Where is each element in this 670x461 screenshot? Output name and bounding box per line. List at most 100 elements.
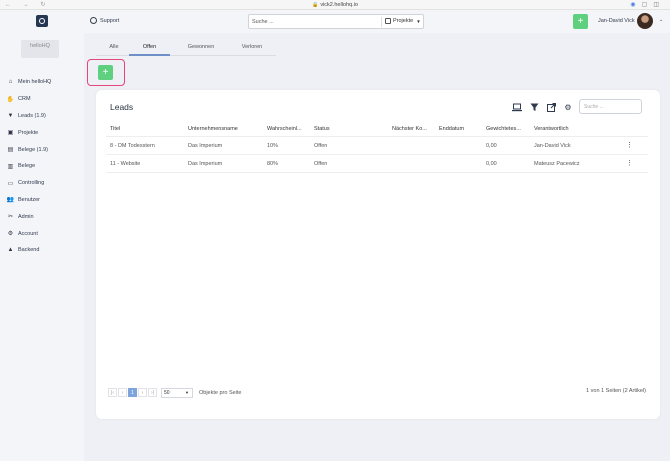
column-header-verantwortlich[interactable]: Verantwortlich xyxy=(534,126,569,132)
sidebar: helloHQ ⌂ Mein helloHQ ✋ CRM ▼ Leads (1.9) ▣ Pr… xyxy=(0,10,84,461)
monitor-icon: ▭ xyxy=(7,180,14,187)
sidebar-item-label: Account xyxy=(18,230,38,237)
sidebar-item-leads-1-9[interactable]: ▼ Leads (1.9) xyxy=(7,108,51,125)
cell-verantwortlich: Mateusz Pacewicz xyxy=(534,161,580,167)
users-icon: 👥 xyxy=(6,197,15,204)
sidebar-item-label: Projekte xyxy=(18,129,39,136)
address-bar[interactable]: 🔒 vick2.hellohq.io xyxy=(0,2,670,8)
sidebar-item-admin[interactable]: ✂ Admin xyxy=(7,208,51,225)
column-header-naechster-kontakt[interactable]: Nächster Ko... xyxy=(392,126,427,132)
projects-icon xyxy=(385,18,391,24)
cell-unternehmen: Das Imperium xyxy=(188,161,223,167)
row-divider xyxy=(106,172,648,173)
cell-titel: 8 - DM Todesstern xyxy=(110,143,155,149)
column-header-unternehmensname[interactable]: Unternehmensname xyxy=(188,126,238,132)
sidebar-item-label: Belege (1.9) xyxy=(18,146,48,153)
sidebar-item-label: Belege xyxy=(18,163,36,170)
gear-icon: ⚙ xyxy=(7,231,14,238)
cell-gewichtetes: 0,00 xyxy=(486,161,497,167)
header-divider xyxy=(106,136,648,137)
user-menu-chevron-icon[interactable]: ⌄ xyxy=(659,17,663,23)
table-row[interactable]: 8 - DM Todesstern Das Imperium 10% Offen… xyxy=(110,141,646,153)
user-name[interactable]: Jan-David Vick xyxy=(598,18,635,24)
funnel-icon: ▼ xyxy=(7,112,14,119)
tab-alle[interactable]: Alle xyxy=(106,44,122,50)
cell-status: Offen xyxy=(314,161,328,167)
settings-gear-icon[interactable]: ⚙ xyxy=(563,102,573,112)
global-search: Projekte ▼ xyxy=(248,14,424,29)
house-icon: ⌂ xyxy=(8,79,13,86)
table-search-input[interactable] xyxy=(584,103,634,111)
sidebar-item-controlling[interactable]: ▭ Controlling xyxy=(7,175,51,192)
first-page-button[interactable]: |‹ xyxy=(108,388,117,397)
column-header-gewichtetes[interactable]: Gewichtetes... xyxy=(486,126,521,132)
app-logo-icon[interactable] xyxy=(36,15,48,27)
sidebar-item-account[interactable]: ⚙ Account xyxy=(7,225,51,242)
handshake-icon: ✋ xyxy=(6,96,15,103)
next-page-button[interactable]: › xyxy=(138,388,147,397)
cell-titel: 11 - Website xyxy=(110,161,141,167)
tools-icon: ✂ xyxy=(7,214,14,221)
search-scope-label: Projekte xyxy=(393,18,414,24)
sidebar-item-benutzer[interactable]: 👥 Benutzer xyxy=(7,192,51,209)
per-page-label: Objekte pro Seite xyxy=(199,389,242,396)
sidebar-item-belege[interactable]: ▥ Belege xyxy=(7,158,51,175)
quick-add-button[interactable]: + xyxy=(573,14,588,29)
per-page-select[interactable]: 50 ▼ xyxy=(161,387,193,398)
row-menu-icon[interactable]: ⋮ xyxy=(626,141,633,149)
tab-gewonnen[interactable]: Gewonnen xyxy=(181,44,221,50)
last-page-button[interactable]: ›| xyxy=(148,388,157,397)
sidebar-item-mein-hellohq[interactable]: ⌂ Mein helloHQ xyxy=(7,74,52,91)
row-divider xyxy=(106,154,648,155)
per-page-value: 50 xyxy=(164,389,170,396)
cell-wahrscheinlichkeit: 80% xyxy=(267,161,279,167)
row-menu-icon[interactable]: ⋮ xyxy=(626,159,633,167)
global-search-input[interactable] xyxy=(252,17,372,26)
sidebar-item-belege-1-9[interactable]: ▤ Belege (1.9) xyxy=(7,141,51,158)
receipt-icon: ▤ xyxy=(7,147,14,154)
sidebar-item-label: Benutzer xyxy=(18,196,41,203)
avatar[interactable] xyxy=(637,13,653,29)
table-header: Titel Unternehmensname Wahrscheinl... St… xyxy=(110,126,646,136)
column-header-enddatum[interactable]: Enddatum xyxy=(439,126,464,132)
url-text: vick2.hellohq.io xyxy=(320,1,358,8)
view-mode-icon[interactable] xyxy=(512,102,522,112)
sidebar-item-label: Leads (1.9) xyxy=(18,112,46,119)
pagination: |‹ ‹ 1 › ›| 50 ▼ Objekte pro Seite xyxy=(108,387,242,398)
tab-offen[interactable]: Offen xyxy=(129,44,170,50)
search-scope-select[interactable]: Projekte ▼ xyxy=(385,18,421,24)
cell-wahrscheinlichkeit: 10% xyxy=(267,143,279,149)
folder-icon: ▣ xyxy=(7,130,14,137)
page-button-current[interactable]: 1 xyxy=(128,388,137,397)
export-icon[interactable] xyxy=(546,102,556,112)
table-search xyxy=(579,99,642,114)
column-header-titel[interactable]: Titel xyxy=(110,126,120,132)
tabs-icon: ◫ xyxy=(653,2,665,8)
prev-page-button[interactable]: ‹ xyxy=(118,388,127,397)
sidebar-item-label: CRM xyxy=(18,96,31,103)
filter-icon[interactable] xyxy=(529,102,539,112)
column-header-status[interactable]: Status xyxy=(314,126,330,132)
support-label: Support xyxy=(100,17,120,24)
sidebar-item-label: Mein helloHQ xyxy=(18,79,52,86)
sidebar-item-label: Controlling xyxy=(18,180,45,187)
browser-extension-icons[interactable]: ◉▢◫ xyxy=(630,1,665,8)
cell-status: Offen xyxy=(314,143,328,149)
document-icon: ▥ xyxy=(7,163,14,170)
sidebar-item-label: Admin xyxy=(18,213,34,220)
card-toolbar: ⚙ xyxy=(512,102,573,112)
chevron-down-icon: ▼ xyxy=(416,18,421,24)
add-lead-button[interactable]: + xyxy=(98,65,113,80)
card-title: Leads xyxy=(110,102,134,112)
top-bar: Support Projekte ▼ + Jan-David Vick ⌄ xyxy=(84,10,670,33)
sidebar-item-projekte[interactable]: ▣ Projekte xyxy=(7,124,51,141)
sidebar-item-backend[interactable]: ▲ Backend xyxy=(7,242,51,259)
column-header-wahrscheinlichkeit[interactable]: Wahrscheinl... xyxy=(267,126,302,132)
tab-verloren[interactable]: Verloren xyxy=(236,44,268,50)
bank-icon: ▲ xyxy=(7,247,14,254)
leads-card: Leads ⚙ Titel Unternehmensname Wahrschei… xyxy=(96,90,660,419)
sidebar-item-crm[interactable]: ✋ CRM xyxy=(7,91,51,108)
cell-gewichtetes: 0,00 xyxy=(486,143,497,149)
table-row[interactable]: 11 - Website Das Imperium 80% Offen 0,00… xyxy=(110,159,646,171)
support-link[interactable]: Support xyxy=(90,17,119,24)
